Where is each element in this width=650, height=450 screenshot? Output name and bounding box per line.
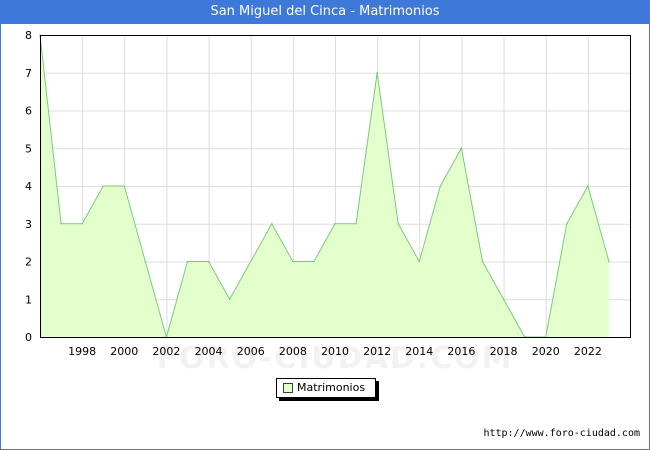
legend-label: Matrimonios (297, 381, 366, 394)
data-point (418, 260, 421, 263)
data-point (313, 260, 315, 263)
y-tick-label: 6 (25, 105, 32, 118)
y-tick-label: 1 (25, 293, 32, 306)
data-point (334, 222, 336, 225)
x-tick-label: 2008 (279, 345, 307, 358)
data-point (481, 260, 484, 263)
data-point (397, 222, 400, 225)
data-point (228, 298, 231, 301)
data-point (270, 222, 273, 225)
legend: Matrimonios (276, 378, 376, 398)
source-credit: http://www.foro-ciudad.com (483, 428, 640, 439)
data-point (565, 222, 568, 225)
x-tick-label: 1998 (68, 345, 96, 358)
data-point (60, 222, 62, 225)
data-point (608, 260, 610, 263)
y-tick-label: 3 (25, 218, 32, 231)
data-point (81, 222, 83, 225)
y-tick-label: 5 (25, 142, 32, 155)
x-tick-label: 2014 (405, 345, 433, 358)
legend-swatch (283, 383, 293, 393)
data-point (292, 260, 294, 263)
data-point (144, 260, 147, 263)
data-point (249, 260, 252, 263)
y-tick-label: 0 (25, 331, 32, 344)
x-tick-label: 2016 (447, 345, 475, 358)
x-tick-label: 2010 (321, 345, 349, 358)
x-tick-label: 2002 (152, 345, 180, 358)
data-point (439, 185, 442, 187)
x-tick-label: 2000 (110, 345, 138, 358)
x-tick-label: 2012 (363, 345, 391, 358)
data-point (587, 185, 589, 187)
x-tick-label: 2006 (237, 345, 265, 358)
x-axis-ticks: 1998 2000 2002 2004 2006 2008 2010 2012 2014 2016… (68, 345, 602, 358)
y-tick-label: 8 (25, 29, 32, 42)
x-tick-label: 2020 (532, 345, 560, 358)
y-tick-label: 2 (25, 256, 32, 269)
data-point (186, 260, 189, 263)
y-tick-label: 7 (25, 67, 32, 80)
x-tick-label: 2018 (490, 345, 518, 358)
data-point (207, 260, 210, 263)
x-tick-label: 2022 (574, 345, 602, 358)
data-point (355, 222, 357, 225)
y-axis-ticks: 0 1 2 3 4 5 6 7 8 (25, 29, 32, 344)
data-point (376, 71, 378, 74)
y-tick-label: 4 (25, 180, 32, 193)
data-point (460, 147, 463, 150)
x-tick-label: 2004 (195, 345, 223, 358)
data-point (102, 185, 105, 187)
data-point (123, 185, 126, 187)
data-point (502, 298, 505, 301)
